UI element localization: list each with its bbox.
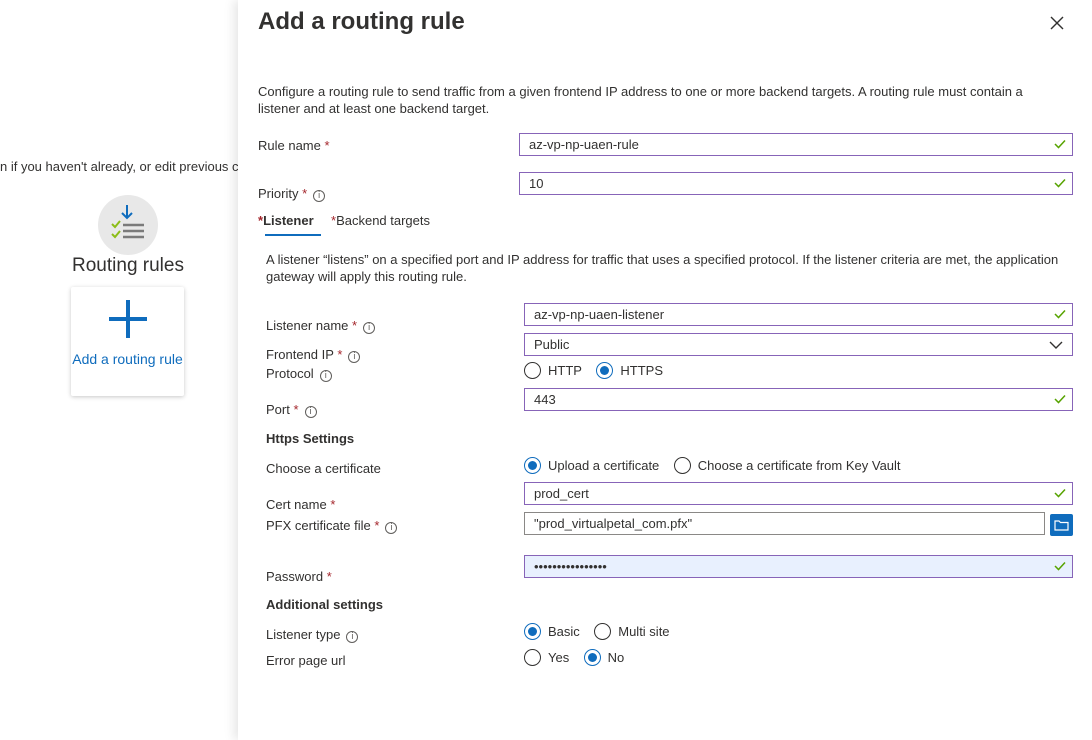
listener-type-label: Listener type i	[266, 627, 359, 643]
check-icon	[1054, 561, 1066, 571]
priority-label: Priority * i	[258, 186, 326, 202]
active-tab-indicator	[265, 234, 321, 236]
info-icon[interactable]: i	[304, 406, 317, 418]
info-icon[interactable]: i	[363, 322, 376, 334]
folder-icon	[1054, 520, 1069, 531]
radio-upload-certificate-label: Upload a certificate	[548, 458, 660, 474]
radio-no[interactable]	[583, 649, 601, 667]
radio-upload-certificate[interactable]	[524, 457, 541, 475]
pfx-file-label: PFX certificate file * i	[266, 518, 398, 534]
radio-key-vault-certificate-label: Choose a certificate from Key Vault	[697, 458, 901, 474]
additional-settings-heading: Additional settings	[266, 597, 383, 612]
port-value: 443	[534, 392, 556, 407]
radio-multi-site-label: Multi site	[618, 624, 670, 640]
add-routing-rule-card[interactable]: Add a routing rule	[71, 287, 184, 396]
radio-yes-label: Yes	[548, 650, 570, 666]
radio-https[interactable]	[596, 362, 614, 380]
tab-backend-targets[interactable]: *Backend targets	[331, 213, 430, 228]
radio-http[interactable]	[524, 362, 541, 380]
radio-multi-site[interactable]	[594, 623, 612, 641]
info-icon[interactable]: i	[313, 190, 326, 202]
listener-description: A listener “listens” on a specified port…	[266, 252, 1059, 284]
password-label: Password *	[266, 569, 332, 584]
frontend-ip-select[interactable]: Public	[524, 333, 1073, 356]
check-icon	[1054, 394, 1066, 404]
close-button[interactable]	[1046, 12, 1068, 34]
info-icon[interactable]: i	[348, 351, 361, 363]
close-icon	[1050, 16, 1064, 30]
check-icon	[1054, 139, 1066, 149]
priority-input[interactable]: 10	[519, 172, 1073, 195]
port-label: Port * i	[266, 402, 317, 418]
plus-icon	[109, 300, 147, 338]
info-icon[interactable]: i	[346, 631, 359, 643]
rule-name-label: Rule name *	[258, 138, 330, 153]
add-routing-rule-label: Add a routing rule	[72, 351, 183, 367]
listener-name-value: az-vp-np-uaen-listener	[534, 307, 665, 322]
radio-basic[interactable]	[524, 623, 541, 641]
panel-title: Add a routing rule	[258, 8, 465, 35]
https-settings-heading: Https Settings	[266, 431, 355, 446]
certificate-source-radio-group: Upload a certificate Choose a certificat…	[524, 457, 901, 475]
listener-name-label: Listener name * i	[266, 318, 376, 334]
priority-value: 10	[529, 176, 544, 191]
frontend-ip-value: Public	[534, 337, 570, 352]
info-icon[interactable]: i	[385, 522, 398, 534]
password-input[interactable]: ••••••••••••••••	[524, 555, 1073, 578]
protocol-label: Protocol i	[266, 366, 332, 382]
check-icon	[1054, 309, 1066, 319]
cert-name-label: Cert name *	[266, 497, 336, 512]
pfx-file-input[interactable]: "prod_virtualpetal_com.pfx"	[524, 512, 1045, 535]
radio-key-vault-certificate[interactable]	[673, 457, 691, 475]
frontend-ip-label: Frontend IP * i	[266, 347, 361, 363]
choose-certificate-label: Choose a certificate	[266, 461, 381, 476]
rule-name-input[interactable]: az-vp-np-uaen-rule	[519, 133, 1073, 156]
radio-yes[interactable]	[524, 649, 541, 667]
routing-rules-title: Routing rules	[72, 255, 184, 276]
routing-rules-icon	[98, 195, 158, 255]
port-input[interactable]: 443	[524, 388, 1073, 411]
protocol-radio-group: HTTP HTTPS	[524, 362, 663, 380]
listener-type-radio-group: Basic Multi site	[524, 623, 670, 641]
rule-name-value: az-vp-np-uaen-rule	[529, 137, 639, 152]
radio-http-label: HTTP	[548, 363, 582, 379]
cert-name-input[interactable]: prod_cert	[524, 482, 1073, 505]
cert-name-value: prod_cert	[534, 486, 589, 501]
panel-description: Configure a routing rule to send traffic…	[258, 84, 1023, 116]
radio-no-label: No	[607, 650, 625, 666]
tab-listener[interactable]: *Listener	[258, 213, 314, 228]
check-icon	[1054, 178, 1066, 188]
error-page-url-label: Error page url	[266, 653, 346, 668]
radio-https-label: HTTPS	[620, 363, 664, 379]
info-icon[interactable]: i	[319, 370, 332, 382]
pfx-file-value: "prod_virtualpetal_com.pfx"	[534, 516, 693, 531]
chevron-down-icon	[1049, 341, 1063, 349]
browse-file-button[interactable]	[1050, 514, 1073, 536]
background-hint-text: n if you haven't already, or edit previo…	[0, 159, 238, 174]
password-value: ••••••••••••••••	[534, 559, 607, 574]
listener-name-input[interactable]: az-vp-np-uaen-listener	[524, 303, 1073, 326]
check-icon	[1054, 488, 1066, 498]
error-page-url-radio-group: Yes No	[524, 649, 624, 667]
radio-basic-label: Basic	[548, 624, 580, 640]
